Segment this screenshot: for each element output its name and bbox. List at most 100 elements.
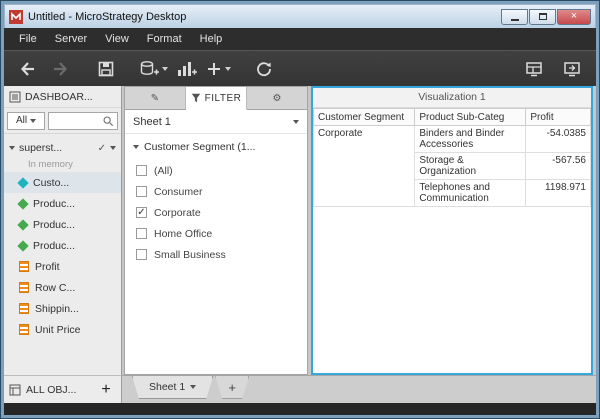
tree-item-attribute[interactable]: Custo... [4, 172, 121, 193]
add-visualization-icon [178, 61, 197, 76]
checkbox[interactable] [136, 165, 147, 176]
dropdown-caret-icon [30, 118, 37, 123]
back-button[interactable] [14, 55, 42, 83]
grid-cell-subcategory[interactable]: Telephones and Communication [414, 179, 527, 207]
window-title: Untitled - MicroStrategy Desktop [28, 10, 187, 23]
add-icon [208, 62, 220, 75]
add-sheet-tab[interactable]: + [215, 376, 249, 399]
tab-filter[interactable]: FILTER [186, 87, 247, 110]
layout-button[interactable] [520, 55, 548, 83]
tree-item-label: Unit Price [35, 323, 81, 336]
column-header[interactable]: Product Sub-Categ [414, 108, 527, 126]
sheet-tab[interactable]: Sheet 1 [132, 376, 213, 399]
object-filter-dropdown[interactable]: All [7, 111, 45, 130]
filter-option-label: Home Office [154, 227, 213, 240]
menu-server[interactable]: Server [46, 28, 96, 50]
filter-option-corporate[interactable]: Corporate [125, 202, 307, 223]
grid-cell-subcategory[interactable]: Binders and Binder Accessories [414, 125, 527, 153]
filter-sheet-label: Sheet 1 [133, 115, 171, 128]
menu-help[interactable]: Help [191, 28, 232, 50]
save-button[interactable] [92, 55, 120, 83]
sheet-caret-icon [293, 119, 299, 124]
toolbar [4, 50, 596, 86]
add-data-button[interactable] [138, 55, 168, 83]
filter-option-all[interactable]: (All) [125, 160, 307, 181]
sidebar-header[interactable]: DASHBOAR... [4, 86, 121, 108]
menu-file[interactable]: File [10, 28, 46, 50]
filter-option-small-business[interactable]: Small Business [125, 244, 307, 265]
search-icon [103, 115, 114, 126]
main-content: DASHBOAR... All superst... ✓ In memory C… [4, 86, 596, 375]
title-bar: Untitled - MicroStrategy Desktop × [4, 4, 596, 28]
menu-bar: File Server View Format Help [4, 28, 596, 50]
grid-cell-profit[interactable]: -54.0385 [525, 125, 591, 153]
grid-row: Corporate Binders and Binder Accessories… [312, 125, 591, 207]
add-data-icon [140, 60, 159, 75]
add-visualization-button[interactable] [172, 55, 200, 83]
filter-option-label: Small Business [154, 248, 226, 261]
all-objects-icon [9, 384, 21, 395]
all-objects-label: ALL OBJ... [26, 383, 77, 396]
tree-item-attribute[interactable]: Produc... [4, 193, 121, 214]
grid-cell-profit[interactable]: -567.56 [525, 152, 591, 180]
tree-item-metric[interactable]: Shippin... [4, 298, 121, 319]
maximize-icon [538, 13, 547, 20]
tree-item-metric[interactable]: Profit [4, 256, 121, 277]
menu-format[interactable]: Format [138, 28, 191, 50]
add-dataset-button[interactable]: + [96, 380, 116, 400]
visualization-panel[interactable]: Visualization 1 Customer Segment Product… [311, 86, 593, 375]
filter-panel: ✎ FILTER ⚙ Sheet 1 Customer Segment (1..… [124, 86, 308, 375]
dataset-menu-caret-icon[interactable] [110, 146, 116, 150]
sidebar-header-label: DASHBOAR... [25, 90, 93, 103]
refresh-button[interactable] [250, 55, 278, 83]
close-button[interactable]: × [557, 8, 591, 25]
dataset-status: In memory [28, 159, 73, 170]
minimize-button[interactable] [501, 8, 528, 25]
filter-option-consumer[interactable]: Consumer [125, 181, 307, 202]
presentation-button[interactable] [558, 55, 586, 83]
column-header[interactable]: Customer Segment [312, 108, 416, 126]
panel-tabs: ✎ FILTER ⚙ [125, 87, 307, 110]
tab-editor[interactable]: ✎ [125, 87, 186, 109]
tab-settings[interactable]: ⚙ [247, 87, 307, 109]
grid-cell-subcategory[interactable]: Storage & Organization [414, 152, 527, 180]
object-filter-value: All [15, 115, 28, 126]
maximize-button[interactable] [529, 8, 556, 25]
forward-icon [54, 61, 67, 76]
checkbox[interactable] [136, 249, 147, 260]
filter-option-label: Consumer [154, 185, 203, 198]
grid-cell-segment[interactable]: Corporate [312, 125, 416, 207]
filter-option-home-office[interactable]: Home Office [125, 223, 307, 244]
search-input[interactable] [48, 111, 118, 130]
forward-button[interactable] [46, 55, 74, 83]
window-footer-strip [4, 403, 596, 415]
filter-sheet-selector[interactable]: Sheet 1 [125, 110, 307, 134]
filter-group[interactable]: Customer Segment (1... [125, 134, 307, 160]
tree-item-metric[interactable]: Unit Price [4, 319, 121, 340]
all-objects-section[interactable]: ALL OBJ... + [4, 375, 122, 403]
attribute-icon [17, 197, 29, 210]
tree-item-attribute[interactable]: Produc... [4, 235, 121, 256]
sheet-tabs-bar: Sheet 1 + [122, 375, 596, 403]
app-window: Untitled - MicroStrategy Desktop × File … [0, 0, 600, 419]
checkbox[interactable] [136, 186, 147, 197]
grid-cell-profit[interactable]: 1198.971 [525, 179, 591, 207]
metric-icon [19, 324, 29, 335]
filter-group-label: Customer Segment (1... [144, 141, 256, 153]
expander-icon [9, 146, 15, 150]
app-icon [9, 9, 23, 24]
column-header[interactable]: Profit [525, 108, 591, 126]
add-element-caret-icon [225, 66, 231, 71]
add-element-button[interactable] [204, 55, 232, 83]
tree-item-attribute[interactable]: Produc... [4, 214, 121, 235]
checkbox[interactable] [136, 228, 147, 239]
refresh-icon [257, 61, 271, 76]
tree-item-metric[interactable]: Row C... [4, 277, 121, 298]
tree-item-label: Produc... [33, 197, 76, 210]
checkbox-checked[interactable] [136, 207, 147, 218]
tree-item-label: Produc... [33, 218, 76, 231]
save-icon [98, 61, 114, 76]
dataset-node[interactable]: superst... [4, 139, 121, 157]
metric-icon [19, 261, 29, 272]
menu-view[interactable]: View [96, 28, 138, 50]
